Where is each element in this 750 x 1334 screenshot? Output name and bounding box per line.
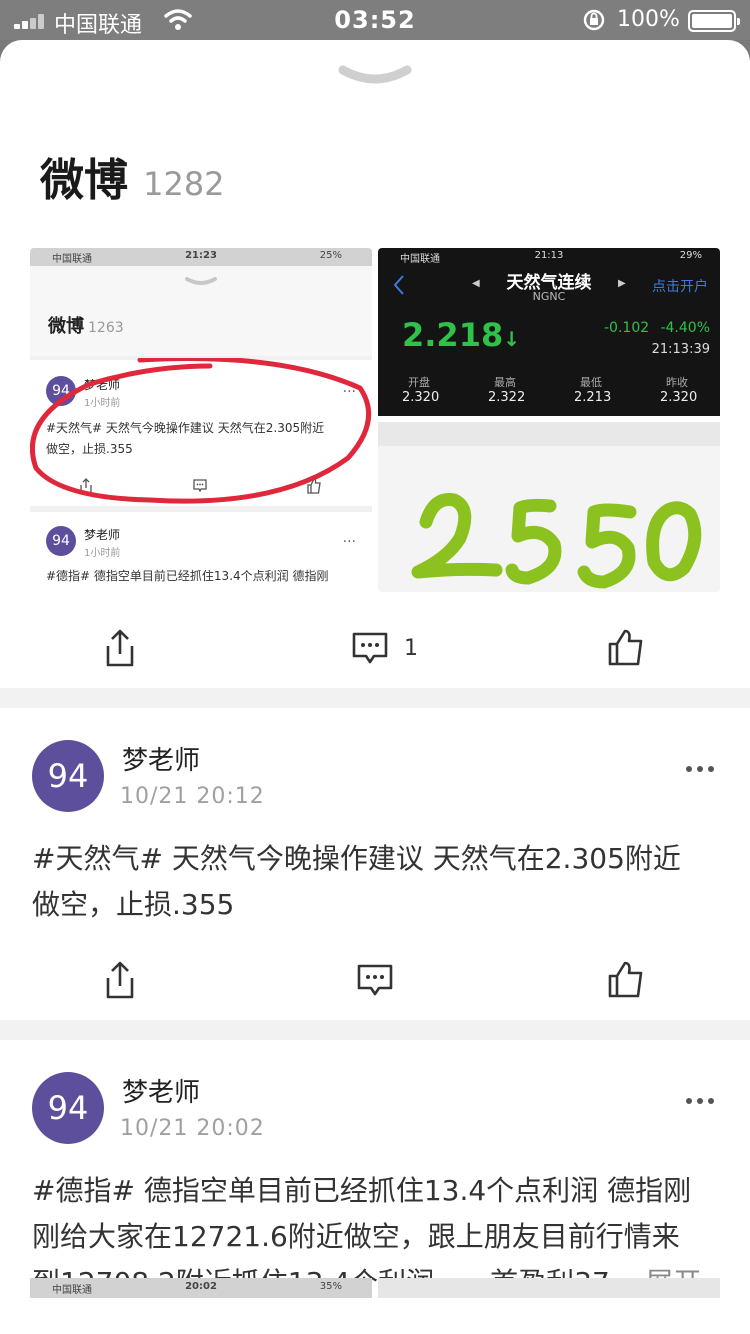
comment-count: 1 xyxy=(404,635,418,661)
stat-value-low: 2.213 xyxy=(574,390,612,405)
mini-chevron-icon xyxy=(185,277,217,285)
red-annotation-ring xyxy=(30,358,372,504)
mini-meta: 1小时前 xyxy=(84,548,121,559)
post-time: 10/21 20:02 xyxy=(120,1116,265,1141)
like-icon xyxy=(608,961,643,998)
post-text-line: #德指# 德指空单目前已经抓住13.4个点利润 德指刚 xyxy=(32,1174,692,1207)
stock-status-time: 21:13 xyxy=(534,250,564,261)
post-image-stock-quote[interactable]: 中国联通 21:13 29% ◀ 天然气连续 NGNC ▶ 点击开户 2.218… xyxy=(378,248,720,416)
comment-icon xyxy=(352,632,388,664)
more-icon[interactable] xyxy=(686,1098,714,1106)
share-icon xyxy=(106,629,134,667)
open-account-link: 点击开户 xyxy=(652,279,708,295)
divider xyxy=(0,688,750,708)
comment-button[interactable] xyxy=(355,940,395,1020)
avatar[interactable]: 94 xyxy=(32,740,104,812)
like-icon xyxy=(608,629,643,666)
stock-battery: 29% xyxy=(679,250,702,261)
stock-price: 2.218↓ xyxy=(402,316,520,354)
mini-title-text: 微博 xyxy=(48,316,84,337)
stat-label-open: 开盘 xyxy=(408,376,430,389)
mini-author: 梦老师 xyxy=(84,528,121,542)
stock-change-pct: -4.40% xyxy=(660,320,710,336)
share-button[interactable] xyxy=(100,940,140,1020)
more-icon[interactable] xyxy=(686,766,714,774)
comment-button[interactable]: 1 xyxy=(350,608,418,688)
stat-value-open: 2.320 xyxy=(402,390,440,405)
mini-text: #德指# 德指空单目前已经抓住13.4个点利润 德指刚 xyxy=(46,569,329,583)
comment-icon xyxy=(357,964,393,996)
avatar[interactable]: 94 xyxy=(32,1072,104,1144)
status-bar: 中国联通 03:52 100% xyxy=(0,0,750,40)
stat-label-low: 最低 xyxy=(580,376,602,389)
stat-label-high: 最高 xyxy=(494,376,516,389)
stat-value-high: 2.322 xyxy=(488,390,526,405)
post-time: 10/21 20:12 xyxy=(120,784,265,809)
post-text: #天然气# 天然气今晚操作建议 天然气在2.305附近 做空，止损.355 xyxy=(32,836,722,928)
stock-status-bar: 中国联通 21:13 29% xyxy=(378,248,720,266)
share-button[interactable] xyxy=(100,608,140,688)
mini-count: 1263 xyxy=(88,320,124,336)
mini-title: 微博 1263 xyxy=(48,312,124,338)
collapse-chevron-icon[interactable] xyxy=(337,64,413,90)
post-text-line: 做空，止损.355 xyxy=(32,888,235,921)
stock-change: -0.102 xyxy=(604,320,650,336)
weibo-sheet: 微博 1282 中国联通 21:23 25% 微博 1263 94 梦老师 1小时… xyxy=(0,40,750,1334)
like-button[interactable] xyxy=(606,940,646,1020)
stat-value-prev-close: 2.320 xyxy=(660,390,698,405)
divider xyxy=(0,1020,750,1040)
stock-quote-time: 21:13:39 xyxy=(651,342,710,357)
like-button[interactable] xyxy=(606,608,646,688)
handwritten-number-image xyxy=(378,422,720,589)
author-name[interactable]: 梦老师 xyxy=(122,740,200,777)
strip-battery: 35% xyxy=(319,1281,342,1292)
page-title: 微博 xyxy=(40,155,128,206)
down-arrow-icon: ↓ xyxy=(503,327,520,351)
rotation-lock-icon xyxy=(583,9,605,31)
mini-status-bar: 中国联通 21:23 25% xyxy=(30,248,372,266)
post-text-line: 刚给大家在12721.6附近做空，跟上朋友目前行情来 xyxy=(32,1220,680,1253)
post-count: 1282 xyxy=(143,165,225,203)
post-text-line: #天然气# 天然气今晚操作建议 天然气在2.305附近 xyxy=(32,842,681,875)
stat-label-prev-close: 昨收 xyxy=(666,376,688,389)
mini-post-2: 94 梦老师 1小时前 ··· #德指# 德指空单目前已经抓住13.4个点利润 … xyxy=(30,512,372,592)
post-actions xyxy=(0,940,750,1020)
mini-more-icon: ··· xyxy=(342,534,356,550)
post-image-partial[interactable]: 中国联通 20:02 35% xyxy=(30,1278,372,1298)
battery-percent: 100% xyxy=(617,7,680,32)
sheet-header: 微博 1282 xyxy=(40,144,225,208)
mini-avatar: 94 xyxy=(46,526,76,556)
post-image-handwriting[interactable] xyxy=(378,422,720,592)
author-name[interactable]: 梦老师 xyxy=(122,1072,200,1109)
next-arrow-icon: ▶ xyxy=(618,278,626,289)
share-icon xyxy=(106,961,134,999)
battery-icon xyxy=(688,10,740,32)
post-image-partial[interactable] xyxy=(378,1278,720,1298)
post-image-weibo-screenshot[interactable]: 中国联通 21:23 25% 微博 1263 94 梦老师 1小时前 ··· #天… xyxy=(30,248,372,592)
post-actions: 1 xyxy=(0,608,750,688)
stock-price-value: 2.218 xyxy=(402,316,504,354)
mini-sheet-header xyxy=(30,266,372,356)
mini-battery: 25% xyxy=(319,250,342,261)
